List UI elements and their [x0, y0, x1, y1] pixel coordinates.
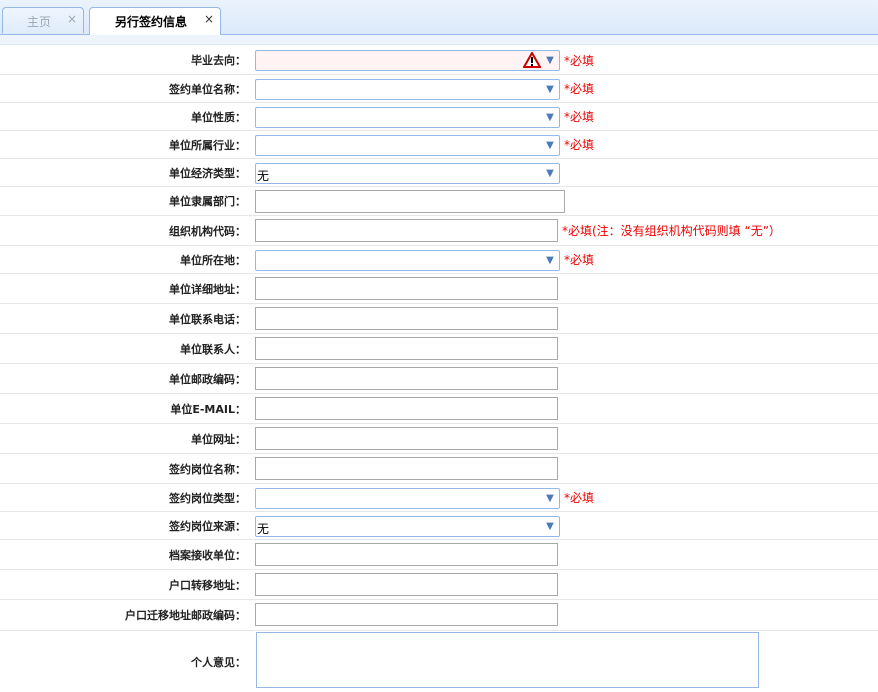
location-select[interactable]: ▼: [255, 250, 560, 271]
row-economic-type: 单位经济类型： 无 ▼: [0, 159, 878, 187]
address-label: 单位详细地址：: [169, 282, 246, 296]
row-website: 单位网址：: [0, 424, 878, 454]
affiliation-input[interactable]: [255, 190, 565, 213]
tab-bar: 主页 × 另行签约信息 ×: [0, 0, 878, 35]
row-hukou-address: 户口转移地址：: [0, 570, 878, 600]
company-nature-select[interactable]: ▼: [255, 107, 560, 128]
location-label: 单位所在地：: [180, 253, 246, 267]
economic-type-label: 单位经济类型：: [169, 166, 246, 180]
job-source-select[interactable]: 无 ▼: [255, 516, 560, 537]
chevron-down-icon[interactable]: ▼: [541, 489, 559, 508]
row-job-type: 签约岗位类型： ▼ *必填: [0, 484, 878, 512]
chevron-down-icon[interactable]: ▼: [541, 80, 559, 99]
destination-label: 毕业去向：: [191, 54, 246, 67]
row-location: 单位所在地： ▼ *必填: [0, 246, 878, 274]
row-company-name: 签约单位名称： ▼ *必填: [0, 75, 878, 103]
warning-icon: [523, 52, 541, 68]
postcode-input[interactable]: [255, 367, 558, 390]
row-job-source: 签约岗位来源： 无 ▼: [0, 512, 878, 540]
hukou-postcode-label: 户口迁移地址邮政编码：: [125, 609, 246, 622]
row-archive-unit: 档案接收单位：: [0, 540, 878, 570]
chevron-down-icon[interactable]: ▼: [541, 517, 559, 536]
tab-signing-info-label: 另行签约信息: [115, 15, 188, 29]
row-org-code: 组织机构代码： *必填(注：没有组织机构代码则填 “无”）: [0, 216, 878, 246]
chevron-down-icon[interactable]: ▼: [541, 136, 559, 155]
job-source-value: 无: [257, 522, 270, 536]
org-code-note: *必填(注：没有组织机构代码则填 “无”）: [562, 224, 781, 238]
chevron-down-icon[interactable]: ▼: [541, 251, 559, 270]
opinion-label: 个人意见：: [191, 656, 246, 669]
chevron-down-icon[interactable]: ▼: [541, 164, 559, 183]
row-postcode: 单位邮政编码：: [0, 364, 878, 394]
industry-select[interactable]: ▼: [255, 135, 560, 156]
industry-label: 单位所属行业：: [169, 138, 246, 152]
phone-label: 单位联系电话：: [169, 312, 246, 326]
row-contact: 单位联系人：: [0, 334, 878, 364]
org-code-input[interactable]: [255, 219, 558, 242]
job-type-select[interactable]: ▼: [255, 488, 560, 509]
row-affiliation: 单位隶属部门：: [0, 187, 878, 216]
row-email: 单位E-MAIL：: [0, 394, 878, 424]
archive-unit-input[interactable]: [255, 543, 558, 566]
email-label: 单位E-MAIL：: [170, 402, 246, 416]
economic-type-value: 无: [257, 169, 270, 183]
tab-signing-info[interactable]: 另行签约信息 ×: [89, 7, 221, 35]
opinion-textarea[interactable]: [256, 632, 759, 688]
address-input[interactable]: [255, 277, 558, 300]
contact-input[interactable]: [255, 337, 558, 360]
economic-type-select[interactable]: 无 ▼: [255, 163, 560, 184]
org-code-label: 组织机构代码：: [169, 224, 246, 238]
row-industry: 单位所属行业： ▼ *必填: [0, 131, 878, 159]
job-name-input[interactable]: [255, 457, 558, 480]
close-icon[interactable]: ×: [67, 12, 77, 26]
hukou-address-label: 户口转移地址：: [169, 578, 246, 592]
archive-unit-label: 档案接收单位：: [169, 548, 246, 562]
job-source-label: 签约岗位来源：: [169, 519, 246, 533]
row-address: 单位详细地址：: [0, 274, 878, 304]
row-opinion: 个人意见：: [0, 632, 878, 692]
company-nature-label: 单位性质：: [191, 110, 246, 124]
hukou-address-input[interactable]: [255, 573, 558, 596]
affiliation-label: 单位隶属部门：: [169, 195, 246, 208]
contact-label: 单位联系人：: [180, 342, 246, 356]
tab-home-label: 主页: [27, 15, 52, 29]
row-company-nature: 单位性质： ▼ *必填: [0, 103, 878, 131]
website-input[interactable]: [255, 427, 558, 450]
email-input[interactable]: [255, 397, 558, 420]
chevron-down-icon[interactable]: ▼: [541, 108, 559, 127]
required-mark: *必填: [564, 53, 595, 68]
company-name-label: 签约单位名称：: [169, 82, 246, 96]
company-name-select[interactable]: ▼: [255, 79, 560, 100]
close-icon[interactable]: ×: [204, 12, 214, 26]
row-destination: 毕业去向： ▼ *必填: [0, 46, 878, 75]
required-mark: *必填: [564, 110, 595, 124]
phone-input[interactable]: [255, 307, 558, 330]
required-mark: *必填: [564, 82, 595, 96]
website-label: 单位网址：: [191, 432, 246, 446]
job-name-label: 签约岗位名称：: [169, 462, 246, 476]
required-mark: *必填: [564, 491, 595, 505]
row-job-name: 签约岗位名称：: [0, 454, 878, 484]
row-hukou-postcode: 户口迁移地址邮政编码：: [0, 600, 878, 631]
hukou-postcode-input[interactable]: [255, 603, 558, 626]
postcode-label: 单位邮政编码：: [169, 372, 246, 386]
row-phone: 单位联系电话：: [0, 304, 878, 334]
job-type-label: 签约岗位类型：: [169, 491, 246, 505]
tab-home[interactable]: 主页 ×: [2, 7, 84, 33]
required-mark: *必填: [564, 253, 595, 267]
chevron-down-icon[interactable]: ▼: [541, 51, 559, 70]
toolbar-strip: [0, 35, 878, 45]
required-mark: *必填: [564, 138, 595, 152]
destination-select[interactable]: ▼: [255, 50, 560, 71]
